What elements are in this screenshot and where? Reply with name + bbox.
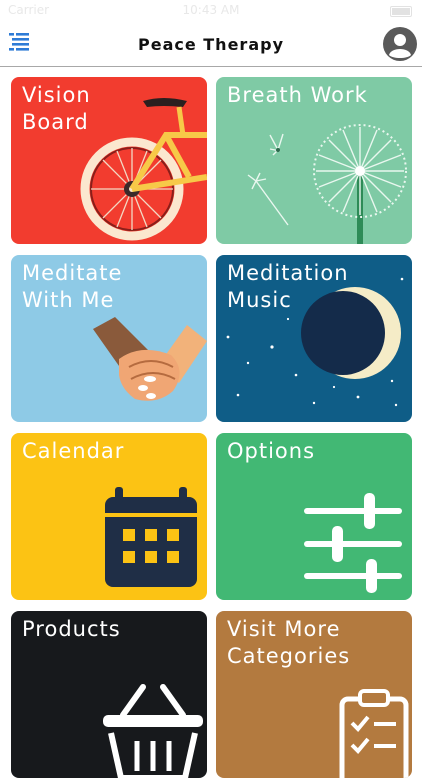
tile-options[interactable]: Options [216,433,412,600]
tile-label: Visit More Categories [227,617,351,668]
tile-label: Calendar [22,439,125,463]
status-time: 10:43 AM [182,3,240,17]
tile-meditation-music[interactable]: Meditation Music [216,255,412,422]
tile-label: Meditate With Me [22,261,123,312]
tile-visit-more-categories[interactable]: Visit More Categories [216,611,412,778]
page-title: Peace Therapy [137,35,284,54]
tile-label: Breath Work [227,83,368,107]
battery-icon [390,6,412,17]
tile-products[interactable]: Products [11,611,207,778]
tile-vision-board[interactable]: Vision Board [11,77,207,244]
tile-label: Options [227,439,316,463]
tile-label: Meditation Music [227,261,349,312]
tile-breath-work[interactable]: Breath Work [216,77,412,244]
user-avatar-icon[interactable] [383,27,417,61]
tile-label: Vision Board [22,83,91,134]
tile-calendar[interactable]: Calendar [11,433,207,600]
status-bar: Carrier 10:43 AM [0,0,422,22]
tile-meditate-with-me[interactable]: Meditate With Me [11,255,207,422]
navigation-bar: Peace Therapy [0,22,422,67]
tile-label: Products [22,617,121,641]
